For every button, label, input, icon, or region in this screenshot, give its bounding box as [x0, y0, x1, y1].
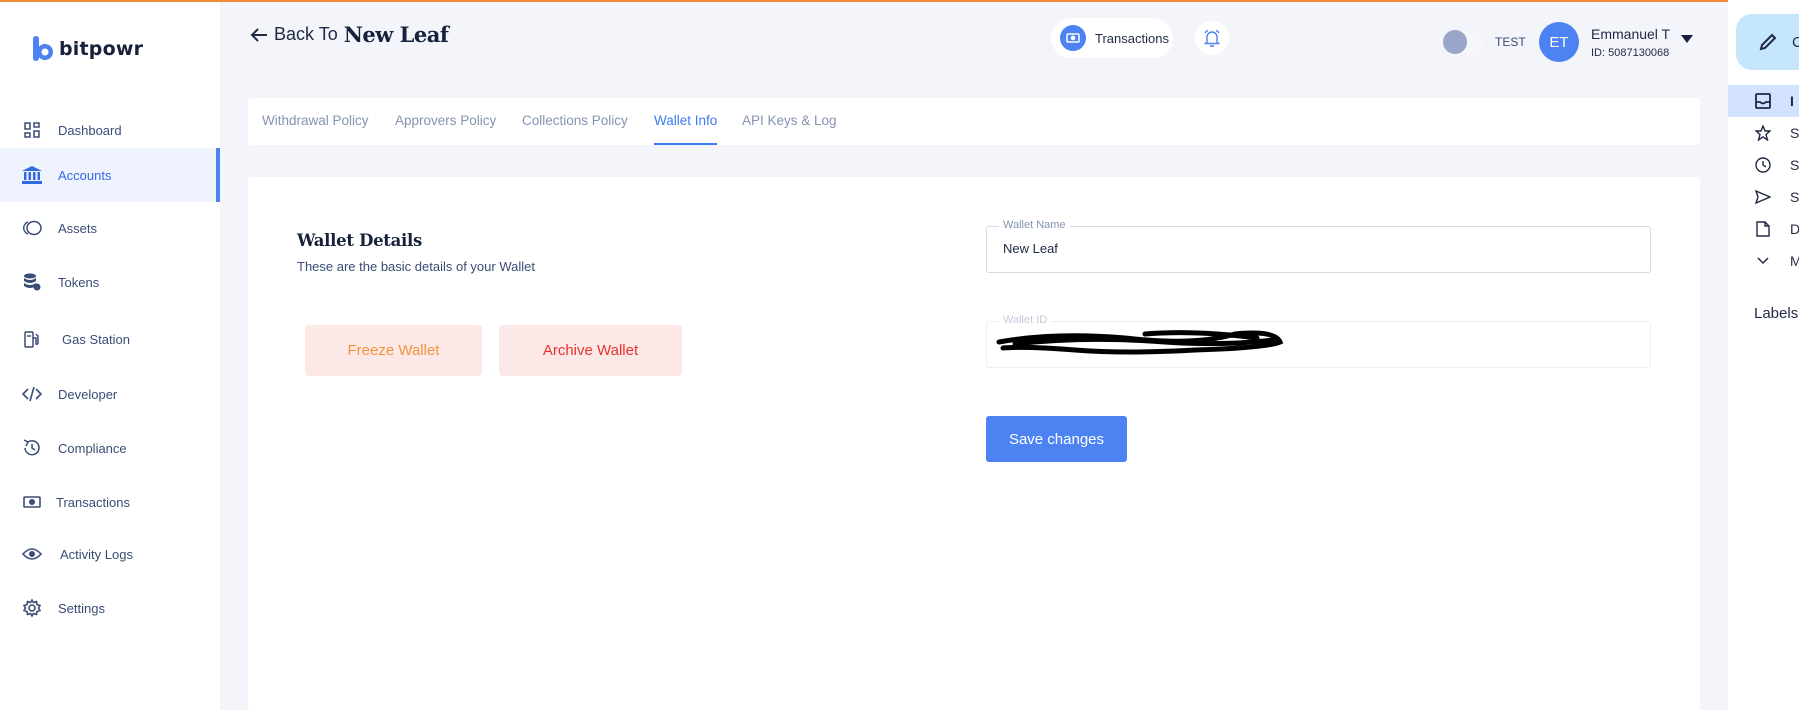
gear-icon — [22, 598, 42, 618]
side-item-sent[interactable]: S — [1728, 181, 1799, 213]
wallet-id-input[interactable] — [1003, 336, 1623, 351]
sidebar-item-settings[interactable]: Settings — [0, 581, 220, 635]
coins-stack-icon — [22, 272, 42, 292]
sidebar-item-label: Activity Logs — [60, 546, 133, 562]
sidebar-item-label: Accounts — [58, 167, 112, 183]
wallet-id-field: Wallet ID — [986, 314, 1651, 368]
sidebar-item-activity-logs[interactable]: Activity Logs — [0, 527, 220, 581]
inbox-icon — [1754, 92, 1772, 110]
sidebar: bitpowr Dashboard Accounts Assets Tokens… — [0, 2, 220, 710]
side-item-snoozed[interactable]: S — [1728, 149, 1799, 181]
sidebar-item-label: Dashboard — [58, 122, 122, 138]
back-prefix: Back To — [274, 24, 338, 44]
transactions-button[interactable]: Transactions — [1051, 18, 1173, 58]
wallet-name-heading: New Leaf — [343, 22, 449, 47]
tab-collections-policy[interactable]: Collections Policy — [522, 113, 628, 128]
sidebar-item-label: Assets — [58, 220, 98, 236]
clock-icon — [1754, 156, 1772, 174]
section-title: Wallet Details — [297, 231, 422, 250]
fuel-pump-icon — [22, 329, 42, 349]
active-tab-indicator — [654, 143, 718, 145]
tab-withdrawal-policy[interactable]: Withdrawal Policy — [262, 113, 369, 128]
side-item-label: I — [1790, 93, 1794, 109]
chevron-down-icon — [1754, 252, 1772, 270]
avatar[interactable]: ET — [1539, 22, 1579, 62]
environment-label: TEST — [1495, 35, 1526, 49]
tab-approvers-policy[interactable]: Approvers Policy — [395, 113, 496, 128]
sidebar-item-label: Compliance — [58, 440, 127, 456]
save-changes-button[interactable]: Save changes — [986, 416, 1127, 462]
wallet-name-input[interactable] — [1003, 241, 1623, 256]
sidebar-item-label: Settings — [58, 600, 105, 616]
tab-label: Wallet Info — [654, 113, 718, 128]
side-item-label: M — [1790, 253, 1799, 269]
sidebar-item-label: Gas Station — [62, 331, 130, 347]
toggle-knob — [1443, 30, 1467, 54]
bank-icon — [22, 165, 42, 185]
side-item-more[interactable]: M — [1728, 245, 1799, 277]
brand-logo[interactable]: bitpowr — [32, 36, 143, 62]
file-icon — [1754, 220, 1772, 238]
brand-name: bitpowr — [59, 38, 144, 60]
section-subtitle: These are the basic details of your Wall… — [297, 259, 535, 274]
archive-wallet-button[interactable]: Archive Wallet — [499, 325, 682, 376]
star-icon — [1754, 124, 1772, 142]
labels-heading: Labels — [1754, 305, 1799, 322]
user-name: Emmanuel T — [1591, 26, 1671, 42]
top-accent-bar — [0, 0, 1728, 2]
user-id: ID: 5087130068 — [1591, 47, 1670, 59]
sidebar-item-compliance[interactable]: Compliance — [0, 421, 220, 475]
sidebar-item-assets[interactable]: Assets — [0, 201, 220, 255]
banknote-icon — [22, 492, 42, 512]
sidebar-item-label: Transactions — [56, 494, 130, 510]
sidebar-item-accounts[interactable]: Accounts — [0, 148, 220, 202]
sidebar-item-label: Tokens — [58, 274, 100, 290]
side-item-inbox[interactable]: I — [1728, 85, 1799, 117]
sidebar-item-transactions[interactable]: Transactions — [0, 475, 220, 529]
side-panel: C I S S S D M Labels — [1728, 0, 1799, 710]
transactions-button-label: Transactions — [1095, 30, 1169, 46]
side-item-label: S — [1790, 125, 1799, 141]
bell-icon — [1203, 29, 1221, 47]
notifications-button[interactable] — [1195, 21, 1229, 55]
eye-icon — [22, 544, 42, 564]
bitpowr-logo-icon — [33, 36, 53, 61]
tab-wallet-info[interactable]: Wallet Info — [654, 113, 718, 145]
arrow-left-icon — [250, 27, 267, 42]
environment-toggle[interactable] — [1443, 30, 1483, 54]
send-icon — [1754, 188, 1772, 206]
policy-tabs: Withdrawal Policy Approvers Policy Colle… — [248, 98, 1700, 145]
tab-api-keys-log[interactable]: API Keys & Log — [742, 113, 837, 128]
wallet-name-field: Wallet Name — [986, 219, 1651, 273]
wallet-name-label: Wallet Name — [999, 219, 1070, 231]
sidebar-item-tokens[interactable]: Tokens — [0, 255, 220, 309]
sidebar-item-label: Developer — [58, 386, 118, 402]
side-item-drafts[interactable]: D — [1728, 213, 1799, 245]
refresh-check-icon — [22, 438, 42, 458]
assets-icon — [22, 218, 42, 238]
compose-button[interactable]: C — [1736, 14, 1799, 70]
code-icon — [22, 384, 42, 404]
side-item-label: D — [1790, 221, 1799, 237]
wallet-id-label: Wallet ID — [999, 314, 1052, 326]
back-link[interactable]: Back To New Leaf — [250, 22, 449, 47]
side-item-starred[interactable]: S — [1728, 117, 1799, 149]
grid-icon — [22, 120, 42, 140]
sidebar-item-developer[interactable]: Developer — [0, 367, 220, 421]
side-item-label: S — [1790, 157, 1799, 173]
pencil-icon — [1759, 33, 1777, 51]
caret-down-icon[interactable] — [1680, 34, 1694, 44]
wallet-details-card: Wallet Details These are the basic detai… — [248, 177, 1700, 710]
compose-label: C — [1792, 33, 1799, 51]
side-item-label: S — [1790, 189, 1799, 205]
sidebar-item-gas-station[interactable]: Gas Station — [0, 312, 220, 366]
banknote-icon — [1060, 25, 1086, 51]
freeze-wallet-button[interactable]: Freeze Wallet — [305, 325, 482, 376]
